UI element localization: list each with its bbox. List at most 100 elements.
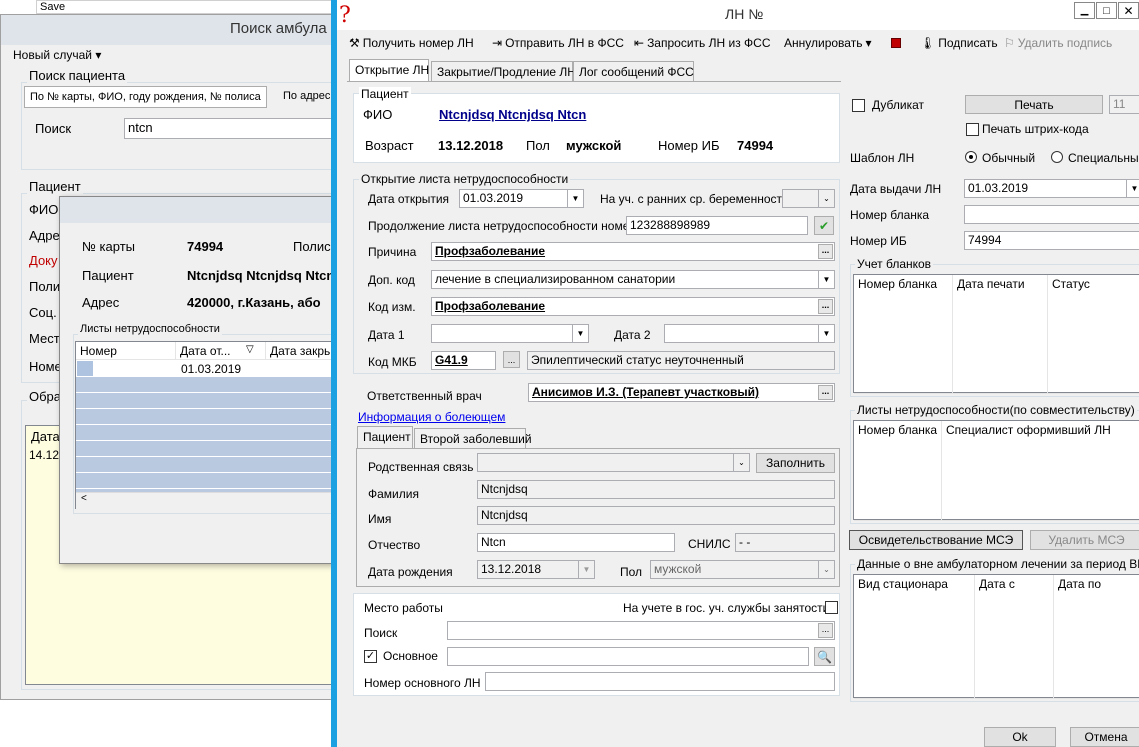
tab-open-ln[interactable]: Открытие ЛН [349, 59, 429, 81]
browse-mkb-button[interactable]: ... [503, 351, 520, 368]
tab-close-extend[interactable]: Закрытие/Продление ЛН [431, 61, 576, 81]
get-number-button[interactable]: ⚒ Получить номер ЛН [349, 34, 474, 52]
browse-reason-button[interactable]: ... [818, 244, 833, 259]
surname-field[interactable]: Ntcnjdsq [477, 480, 835, 499]
close-button[interactable]: ✕ [1118, 2, 1139, 19]
blanks-col-print-date[interactable]: Дата печати [953, 275, 1048, 394]
duplicate-checkbox[interactable] [852, 99, 865, 112]
early-pregnancy-select[interactable]: ⌄ [782, 189, 835, 208]
confirm-check-button[interactable]: ✔ [814, 216, 834, 235]
sub-tab-patient[interactable]: Пациент [357, 426, 413, 448]
table-rows-empty[interactable] [76, 377, 340, 492]
employment-checkbox[interactable] [825, 601, 838, 614]
blanks-col-number[interactable]: Номер бланка [854, 275, 953, 394]
template-normal-radio[interactable] [965, 151, 977, 163]
horizontal-scrollbar[interactable]: < [76, 492, 340, 509]
blanks-col-status[interactable]: Статус [1048, 275, 1139, 394]
new-case-menu[interactable]: Новый случай ▾ [13, 48, 101, 62]
right-ib-field[interactable]: 74994 [964, 231, 1139, 250]
hosp-col-from[interactable]: Дата с [975, 575, 1054, 699]
mse-button[interactable]: Освидетельствование МСЭ [849, 530, 1023, 550]
relation-label: Родственная связь [368, 460, 474, 474]
mkb-text-field: Эпилептический статус неуточненный [527, 351, 835, 370]
calendar-dropdown-icon[interactable]: ▼ [818, 325, 834, 342]
copies-field[interactable]: 11 [1109, 95, 1139, 114]
cancel-button[interactable]: Отмена [1070, 727, 1139, 747]
chevron-down-icon[interactable]: ▼ [818, 271, 834, 288]
appeal-row-date[interactable]: 14.12 [29, 448, 59, 462]
search-work-button[interactable]: 🔍 [814, 647, 835, 666]
print-button[interactable]: Печать [965, 95, 1103, 114]
dop-code-label: Доп. код [368, 273, 415, 287]
card-dialog-title [60, 197, 340, 223]
annul-button[interactable]: Аннулировать ▾ [784, 34, 871, 52]
doctor-field[interactable]: Анисимов И.З. (Терапевт участковый)... [528, 383, 835, 402]
issue-date-field[interactable]: 01.03.2019 ▼ [964, 179, 1139, 198]
chevron-down-icon[interactable]: ⌄ [818, 561, 834, 578]
birth-date-field[interactable]: 13.12.2018 ▼ [477, 560, 595, 579]
ib-label: Номер ИБ [658, 138, 720, 153]
snils-field[interactable]: - - [735, 533, 835, 552]
calendar-dropdown-icon[interactable]: ▼ [567, 190, 583, 207]
browse-work-button[interactable]: ... [818, 623, 833, 638]
patronymic-field[interactable]: Ntcn [477, 533, 675, 552]
main-work-checkbox[interactable]: ✓ [364, 650, 377, 663]
blank-number-field[interactable] [964, 205, 1139, 224]
date2-field[interactable]: ▼ [664, 324, 835, 343]
chevron-down-icon[interactable]: ⌄ [818, 190, 834, 207]
change-code-field[interactable]: Профзаболевание... [431, 297, 835, 316]
sick-info-link[interactable]: Информация о болеющем [358, 410, 505, 424]
browse-change-button[interactable]: ... [818, 299, 833, 314]
stop-icon[interactable] [891, 38, 901, 48]
date1-label: Дата 1 [368, 328, 405, 342]
tab-fss-log[interactable]: Лог сообщений ФСС [573, 61, 694, 81]
search-tab-address[interactable]: По адрес [277, 86, 337, 108]
delete-mse-button[interactable]: Удалить МСЭ [1030, 530, 1139, 550]
sign-button[interactable]: 🌡 Подписать [920, 34, 998, 52]
search-input[interactable]: ntcn [124, 118, 336, 139]
hospital-table[interactable]: Вид стационара Дата с Дата по [853, 574, 1139, 699]
ok-button[interactable]: Ok [984, 727, 1056, 747]
blanks-table[interactable]: Номер бланка Дата печати Статус [853, 274, 1139, 394]
calendar-dropdown-icon[interactable]: ▼ [572, 325, 588, 342]
search-tab-card[interactable]: По № карты, ФИО, году рождения, № полиса [24, 86, 267, 108]
fill-button[interactable]: Заполнить [756, 453, 835, 473]
right-ib-label: Номер ИБ [850, 234, 907, 248]
part-time-table[interactable]: Номер бланка Специалист оформивший ЛН [853, 420, 1139, 521]
col-number[interactable]: Номер [76, 342, 176, 360]
col-date-close[interactable]: Дата закрь [266, 342, 340, 360]
ln-window: ? ЛН № ▁ □ ✕ ⚒ Получить номер ЛН ⇥ Отправи… [331, 0, 1139, 747]
send-fss-button[interactable]: ⇥ Отправить ЛН в ФСС [492, 34, 624, 52]
maximize-button[interactable]: □ [1096, 2, 1117, 19]
template-special-radio[interactable] [1051, 151, 1063, 163]
barcode-checkbox[interactable] [966, 123, 979, 136]
browse-doctor-button[interactable]: ... [818, 385, 833, 400]
calendar-dropdown-icon[interactable]: ▼ [1126, 180, 1139, 197]
hammer-icon: ⚒ [349, 36, 360, 50]
remove-sign-button[interactable]: ⚐ Удалить подпись [1004, 34, 1112, 52]
request-fss-button[interactable]: ⇤ Запросить ЛН из ФСС [634, 34, 770, 52]
hosp-col-type[interactable]: Вид стационара [854, 575, 975, 699]
continuation-field[interactable]: 123288898989 [626, 216, 808, 235]
calendar-dropdown-icon[interactable]: ▼ [578, 561, 594, 578]
part-col-number[interactable]: Номер бланка [854, 421, 942, 521]
sub-tab-second-sick[interactable]: Второй заболевший [414, 428, 532, 448]
chevron-down-icon[interactable]: ⌄ [733, 454, 749, 471]
dop-code-select[interactable]: лечение в специализированном санатории ▼ [431, 270, 835, 289]
mkb-field[interactable]: G41.9 [431, 351, 496, 370]
minimize-button[interactable]: ▁ [1074, 2, 1095, 19]
open-date-field[interactable]: 01.03.2019 ▼ [459, 189, 584, 208]
main-ln-field[interactable] [485, 672, 835, 691]
date1-field[interactable]: ▼ [431, 324, 589, 343]
part-col-specialist[interactable]: Специалист оформивший ЛН [942, 421, 1139, 521]
card-sheets-table[interactable]: Номер Дата от... ▽ Дата закрь 01.03.2019… [75, 341, 340, 509]
relative-sex-select[interactable]: мужской ⌄ [650, 560, 835, 579]
work-search-field[interactable]: ... [447, 621, 835, 640]
reason-field[interactable]: Профзаболевание... [431, 242, 835, 261]
hosp-col-to[interactable]: Дата по [1054, 575, 1139, 699]
tab-strip: Открытие ЛН Закрытие/Продление ЛН Лог со… [349, 59, 694, 81]
main-work-field[interactable] [447, 647, 809, 666]
fio-link[interactable]: Ntcnjdsq Ntcnjdsq Ntcn [439, 107, 586, 122]
relation-select[interactable]: ⌄ [477, 453, 750, 472]
name-field[interactable]: Ntcnjdsq [477, 506, 835, 525]
